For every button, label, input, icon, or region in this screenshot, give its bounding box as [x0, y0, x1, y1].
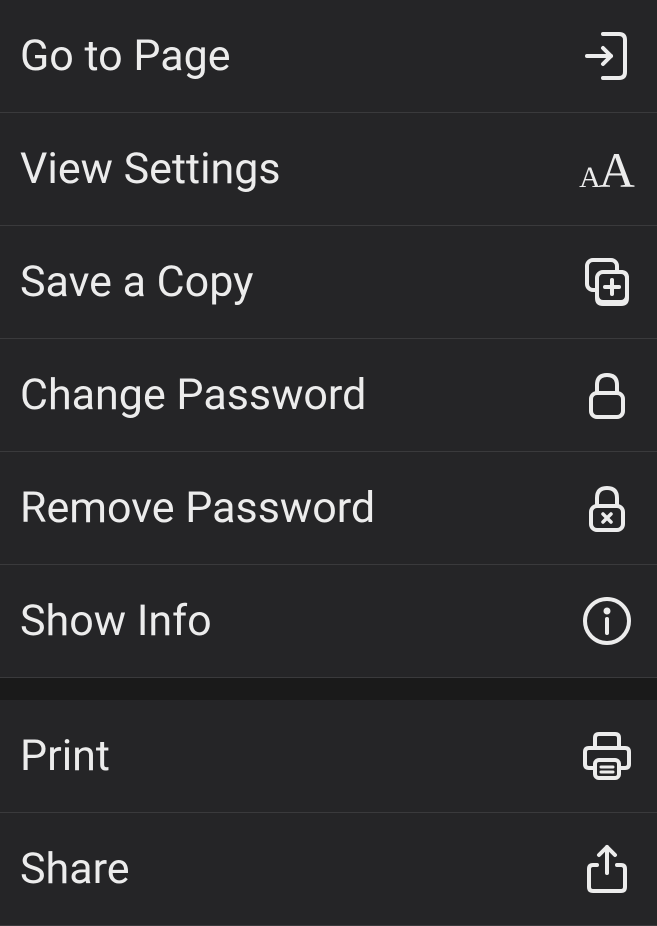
menu-item-label: Save a Copy: [20, 257, 253, 307]
go-to-page-item[interactable]: Go to Page: [0, 0, 657, 113]
menu-separator: [0, 678, 657, 700]
menu-item-label: Share: [20, 844, 130, 894]
share-item[interactable]: Share: [0, 813, 657, 926]
menu-list: Go to Page View Settings AA Save a Copy: [0, 0, 657, 926]
menu-item-label: Print: [20, 731, 110, 781]
view-settings-item[interactable]: View Settings AA: [0, 113, 657, 226]
menu-item-label: Remove Password: [20, 483, 375, 533]
lock-icon: [579, 367, 635, 423]
lock-x-icon: [579, 480, 635, 536]
print-item[interactable]: Print: [0, 700, 657, 813]
menu-item-label: View Settings: [20, 144, 281, 194]
info-icon: [579, 593, 635, 649]
enter-page-icon: [579, 28, 635, 84]
remove-password-item[interactable]: Remove Password: [0, 452, 657, 565]
copy-plus-icon: [579, 254, 635, 310]
change-password-item[interactable]: Change Password: [0, 339, 657, 452]
show-info-item[interactable]: Show Info: [0, 565, 657, 678]
menu-item-label: Show Info: [20, 596, 212, 646]
menu-item-label: Go to Page: [20, 31, 231, 81]
save-a-copy-item[interactable]: Save a Copy: [0, 226, 657, 339]
printer-icon: [579, 728, 635, 784]
share-icon: [579, 841, 635, 897]
text-size-icon: AA: [579, 141, 635, 197]
menu-item-label: Change Password: [20, 370, 366, 420]
